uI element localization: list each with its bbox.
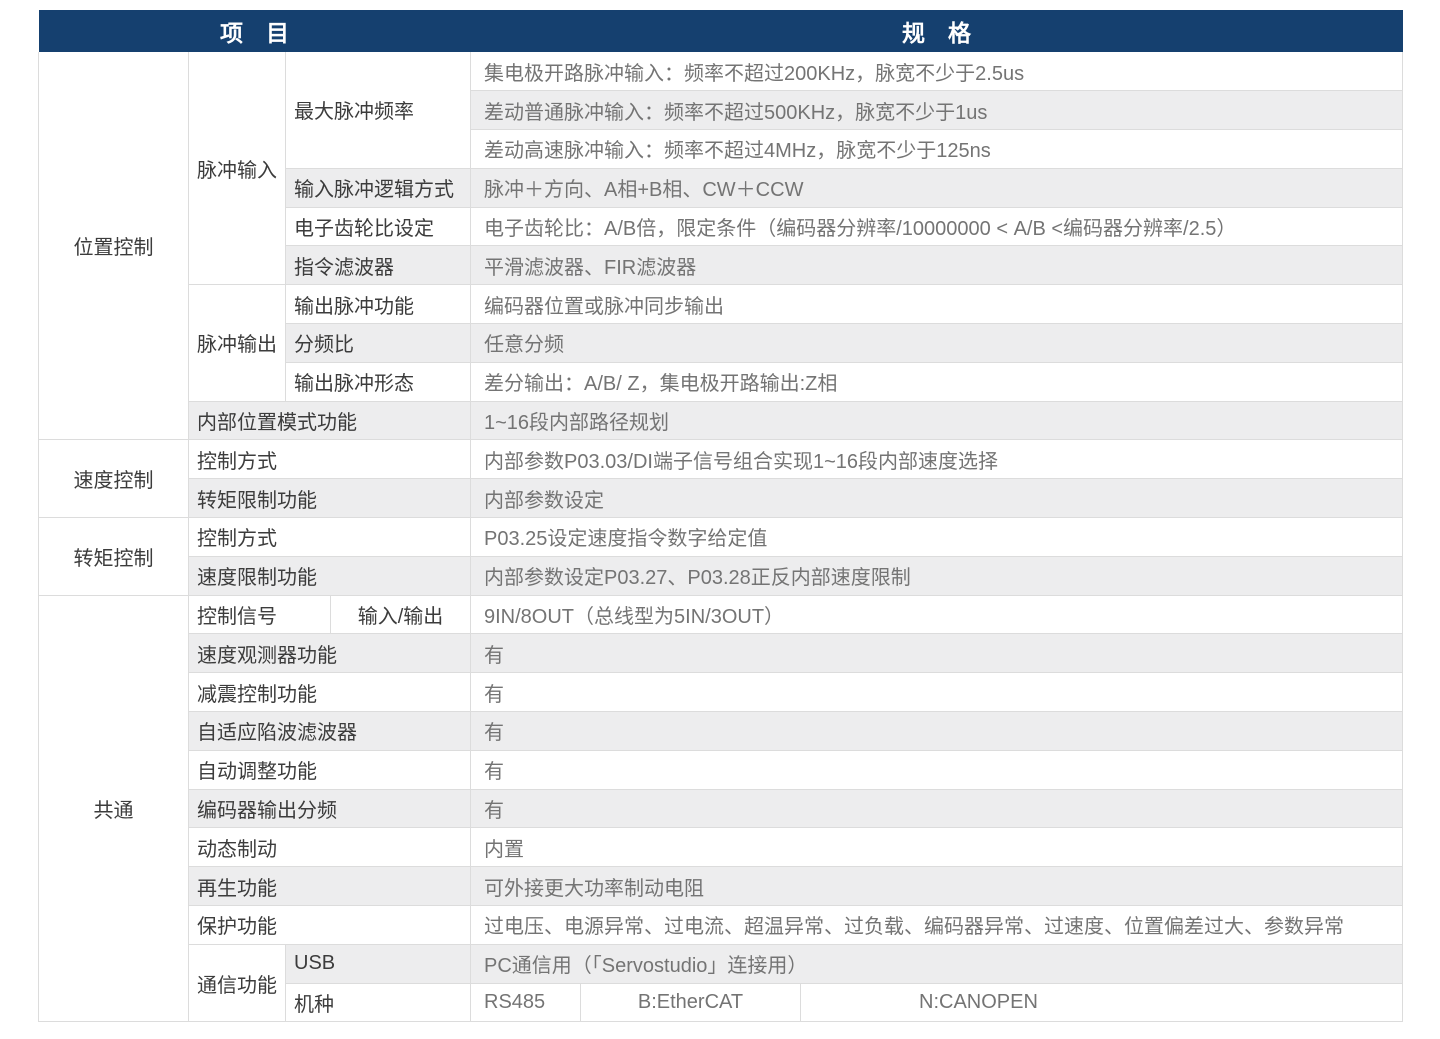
table-row: 位置控制 脉冲输入 最大脉冲频率 集电极开路脉冲输入：频率不超过200KHz，脉… xyxy=(39,52,1403,91)
spec-adaptive-notch-filter: 有 xyxy=(471,712,1403,751)
table-row: 保护功能 过电压、电源异常、过电流、超温异常、过负载、编码器异常、过速度、位置偏… xyxy=(39,906,1403,945)
category-speed-control: 速度控制 xyxy=(39,440,189,518)
spec-torque-control-mode: P03.25设定速度指令数字给定值 xyxy=(471,518,1403,557)
row-label-output-pulse-function: 输出脉冲功能 xyxy=(286,285,471,324)
spec-differential-normal-pulse: 差动普通脉冲输入：频率不超过500KHz，脉宽不少于1us xyxy=(471,91,1403,130)
row-label-damping-control: 减震控制功能 xyxy=(189,673,471,712)
spec-command-filter: 平滑滤波器、FIR滤波器 xyxy=(471,246,1403,285)
spec-model-canopen: N:CANOPEN xyxy=(801,983,1403,1022)
group-pulse-input: 脉冲输入 xyxy=(189,52,286,285)
row-label-adaptive-notch-filter: 自适应陷波滤波器 xyxy=(189,712,471,751)
spec-torque-limit: 内部参数设定 xyxy=(471,479,1403,518)
spec-speed-observer: 有 xyxy=(471,634,1403,673)
spec-damping-control: 有 xyxy=(471,673,1403,712)
row-label-electronic-gear: 电子齿轮比设定 xyxy=(286,207,471,246)
spec-open-collector-pulse: 集电极开路脉冲输入：频率不超过200KHz，脉宽不少于2.5us xyxy=(471,52,1403,91)
header-spec: 规 格 xyxy=(471,10,1403,52)
spec-control-signal: 9IN/8OUT（总线型为5IN/3OUT） xyxy=(471,595,1403,634)
spec-internal-position-mode: 1~16段内部路径规划 xyxy=(471,401,1403,440)
spec-speed-control-mode: 内部参数P03.03/DI端子信号组合实现1~16段内部速度选择 xyxy=(471,440,1403,479)
row-label-torque-control-mode: 控制方式 xyxy=(189,518,471,557)
spec-differential-high-speed-pulse: 差动高速脉冲输入：频率不超过4MHz，脉宽不少于125ns xyxy=(471,130,1403,169)
row-label-max-pulse-freq: 最大脉冲频率 xyxy=(286,52,471,168)
spec-usb: PC通信用（「Servostudio」连接用） xyxy=(471,944,1403,983)
table-row: 脉冲输出 输出脉冲功能 编码器位置或脉冲同步输出 xyxy=(39,285,1403,324)
group-pulse-output: 脉冲输出 xyxy=(189,285,286,401)
table-row: 转矩限制功能 内部参数设定 xyxy=(39,479,1403,518)
table-row: 减震控制功能 有 xyxy=(39,673,1403,712)
table-row: 共通 控制信号 输入/输出 9IN/8OUT（总线型为5IN/3OUT） xyxy=(39,595,1403,634)
row-label-input-output: 输入/输出 xyxy=(331,595,471,634)
table-row: 自动调整功能 有 xyxy=(39,750,1403,789)
row-label-torque-limit: 转矩限制功能 xyxy=(189,479,471,518)
spec-dynamic-brake: 内置 xyxy=(471,828,1403,867)
category-common: 共通 xyxy=(39,595,189,1022)
table-row: 编码器输出分频 有 xyxy=(39,789,1403,828)
spec-regeneration: 可外接更大功率制动电阻 xyxy=(471,867,1403,906)
row-label-frequency-division: 分频比 xyxy=(286,324,471,363)
group-communication: 通信功能 xyxy=(189,944,286,1022)
row-label-dynamic-brake: 动态制动 xyxy=(189,828,471,867)
page: 项 目 规 格 位置控制 脉冲输入 最大脉冲频率 集电极开路脉冲输入：频率不超过… xyxy=(0,0,1440,1022)
table-row: 内部位置模式功能 1~16段内部路径规划 xyxy=(39,401,1403,440)
row-label-input-pulse-logic: 输入脉冲逻辑方式 xyxy=(286,168,471,207)
row-label-command-filter: 指令滤波器 xyxy=(286,246,471,285)
row-label-regeneration: 再生功能 xyxy=(189,867,471,906)
row-label-internal-position-mode: 内部位置模式功能 xyxy=(189,401,471,440)
row-label-usb: USB xyxy=(286,944,471,983)
category-torque-control: 转矩控制 xyxy=(39,518,189,596)
table-row: 动态制动 内置 xyxy=(39,828,1403,867)
table-row: 自适应陷波滤波器 有 xyxy=(39,712,1403,751)
spec-output-pulse-function: 编码器位置或脉冲同步输出 xyxy=(471,285,1403,324)
spec-electronic-gear: 电子齿轮比：A/B倍，限定条件（编码器分辨率/10000000 < A/B <编… xyxy=(471,207,1403,246)
spec-table: 项 目 规 格 位置控制 脉冲输入 最大脉冲频率 集电极开路脉冲输入：频率不超过… xyxy=(38,10,1403,1022)
spec-model-ethercat: B:EtherCAT xyxy=(581,983,801,1022)
row-label-speed-control-mode: 控制方式 xyxy=(189,440,471,479)
row-label-auto-tuning: 自动调整功能 xyxy=(189,750,471,789)
table-row: 速度观测器功能 有 xyxy=(39,634,1403,673)
spec-output-pulse-form: 差分输出：A/B/ Z，集电极开路输出:Z相 xyxy=(471,362,1403,401)
table-row: 再生功能 可外接更大功率制动电阻 xyxy=(39,867,1403,906)
header-item: 项 目 xyxy=(39,10,471,52)
spec-input-pulse-logic: 脉冲＋方向、A相+B相、CW＋CCW xyxy=(471,168,1403,207)
row-label-control-signal: 控制信号 xyxy=(189,595,331,634)
row-label-speed-observer: 速度观测器功能 xyxy=(189,634,471,673)
spec-model-rs485: RS485 xyxy=(471,983,581,1022)
row-label-protection: 保护功能 xyxy=(189,906,471,945)
table-row: 速度限制功能 内部参数设定P03.27、P03.28正反内部速度限制 xyxy=(39,556,1403,595)
spec-speed-limit: 内部参数设定P03.27、P03.28正反内部速度限制 xyxy=(471,556,1403,595)
table-row: 转矩控制 控制方式 P03.25设定速度指令数字给定值 xyxy=(39,518,1403,557)
header-row: 项 目 规 格 xyxy=(39,10,1403,52)
spec-frequency-division: 任意分频 xyxy=(471,324,1403,363)
spec-auto-tuning: 有 xyxy=(471,750,1403,789)
spec-protection: 过电压、电源异常、过电流、超温异常、过负载、编码器异常、过速度、位置偏差过大、参… xyxy=(471,906,1403,945)
table-row: 速度控制 控制方式 内部参数P03.03/DI端子信号组合实现1~16段内部速度… xyxy=(39,440,1403,479)
spec-encoder-output-division: 有 xyxy=(471,789,1403,828)
row-label-speed-limit: 速度限制功能 xyxy=(189,556,471,595)
row-label-output-pulse-form: 输出脉冲形态 xyxy=(286,362,471,401)
table-row: 通信功能 USB PC通信用（「Servostudio」连接用） xyxy=(39,944,1403,983)
row-label-model: 机种 xyxy=(286,983,471,1022)
category-position-control: 位置控制 xyxy=(39,52,189,440)
row-label-encoder-output-division: 编码器输出分频 xyxy=(189,789,471,828)
